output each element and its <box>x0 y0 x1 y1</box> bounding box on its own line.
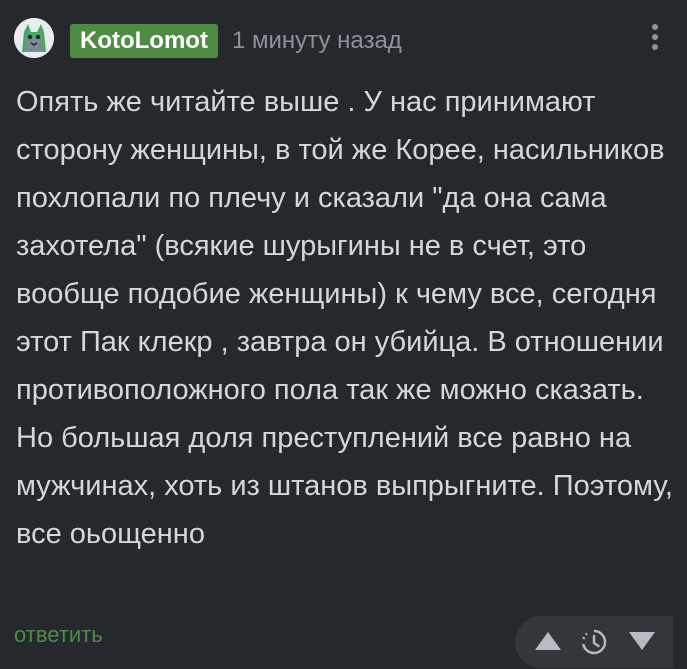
timer-icon[interactable] <box>579 628 609 655</box>
avatar[interactable] <box>14 18 54 58</box>
avatar-image <box>14 18 54 58</box>
comment-footer: ответить <box>14 616 673 668</box>
arrow-up-icon[interactable] <box>533 628 563 654</box>
comment-text: Опять же читайте выше . У нас принимают … <box>16 86 673 550</box>
comment-body: Опять же читайте выше . У нас принимают … <box>16 78 676 558</box>
reply-link[interactable]: ответить <box>14 622 103 648</box>
comment: KotoLomot 1 минуту назад Опять же читайт… <box>0 0 687 669</box>
username-badge[interactable]: KotoLomot <box>70 24 218 58</box>
more-vertical-icon[interactable] <box>643 20 667 60</box>
vote-controls <box>515 616 673 668</box>
comment-timestamp: 1 минуту назад <box>232 27 402 54</box>
arrow-down-icon[interactable] <box>627 628 657 654</box>
comment-header: KotoLomot 1 минуту назад <box>14 16 667 64</box>
